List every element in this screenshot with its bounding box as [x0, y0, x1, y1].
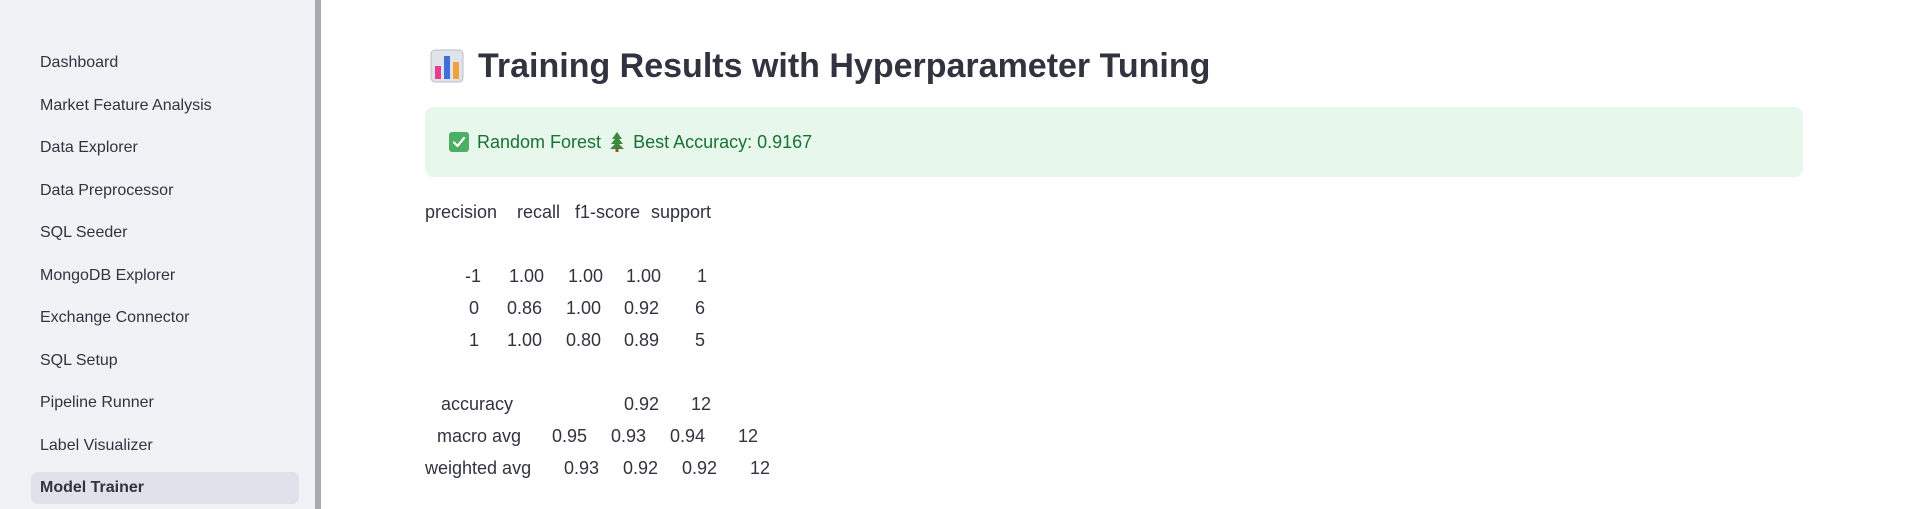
sidebar-item-dashboard[interactable]: Dashboard [31, 47, 299, 79]
row-recall: 1.00 [568, 266, 604, 286]
sidebar-item-label: Exchange Connector [40, 309, 190, 326]
weighted-avg-support: 12 [750, 458, 771, 478]
macro-avg-label: macro avg [437, 426, 522, 446]
row-precision: 1.00 [507, 330, 543, 350]
sidebar-item-market-feature-analysis[interactable]: Market Feature Analysis [31, 90, 299, 122]
row-f1: 0.89 [624, 330, 660, 350]
header-precision: precision [425, 202, 498, 222]
row-recall: 1.00 [566, 298, 602, 318]
row-recall: 0.80 [566, 330, 602, 350]
weighted-avg-recall: 0.92 [623, 458, 659, 478]
row-label: 1 [469, 330, 480, 350]
sidebar-item-data-preprocessor[interactable]: Data Preprocessor [31, 175, 299, 207]
macro-avg-precision: 0.95 [552, 426, 588, 446]
sidebar-item-sql-setup[interactable]: SQL Setup [31, 345, 299, 377]
sidebar-item-label: Dashboard [40, 54, 119, 71]
sidebar-item-mongodb-explorer[interactable]: MongoDB Explorer [31, 260, 299, 292]
row-label: 0 [469, 298, 480, 318]
sidebar-item-label: MongoDB Explorer [40, 266, 176, 284]
sidebar-nav: Dashboard Market Feature Analysis Data E… [31, 47, 299, 509]
row-f1: 0.92 [624, 298, 660, 318]
row-support: 6 [695, 298, 706, 318]
row-precision: 0.86 [507, 298, 543, 318]
row-support: 1 [697, 266, 708, 286]
row-label: -1 [465, 266, 482, 286]
app-window: Dashboard Market Feature Analysis Data E… [0, 0, 1919, 509]
classification-report: precision recall f1-score support -1 1.0… [425, 0, 825, 509]
sidebar: Dashboard Market Feature Analysis Data E… [0, 0, 315, 509]
sidebar-item-label: Model Trainer [40, 479, 145, 496]
accuracy-value: 0.92 [624, 394, 660, 414]
sidebar-item-label: Pipeline Runner [40, 394, 154, 411]
weighted-avg-label: weighted avg [425, 458, 532, 478]
weighted-avg-f1: 0.92 [682, 458, 718, 478]
row-support: 5 [695, 330, 706, 350]
header-support: support [651, 202, 712, 222]
sidebar-item-label: Market Feature Analysis [40, 96, 212, 114]
sidebar-item-model-trainer[interactable]: Model Trainer [31, 472, 299, 504]
sidebar-item-data-explorer[interactable]: Data Explorer [31, 132, 299, 164]
sidebar-item-sql-seeder[interactable]: SQL Seeder [31, 217, 299, 249]
macro-avg-f1: 0.94 [670, 426, 706, 446]
sidebar-item-label: Data Explorer [40, 139, 138, 156]
header-recall: recall [517, 202, 561, 222]
row-f1: 1.00 [626, 266, 662, 286]
header-f1-score: f1-score [575, 202, 641, 222]
sidebar-item-label: SQL Seeder [40, 224, 128, 241]
sidebar-item-pipeline-runner[interactable]: Pipeline Runner [31, 387, 299, 419]
sidebar-item-label: Data Preprocessor [40, 181, 174, 199]
accuracy-label: accuracy [441, 394, 514, 414]
sidebar-item-label-visualizer[interactable]: Label Visualizer [31, 430, 299, 462]
sidebar-item-label: Label Visualizer [40, 436, 153, 454]
row-precision: 1.00 [509, 266, 545, 286]
macro-avg-recall: 0.93 [611, 426, 647, 446]
sidebar-item-exchange-connector[interactable]: Exchange Connector [31, 302, 299, 334]
macro-avg-support: 12 [738, 426, 759, 446]
weighted-avg-precision: 0.93 [564, 458, 600, 478]
main-content: Training Results with Hyperparameter Tun… [321, 0, 1919, 509]
sidebar-item-label: SQL Setup [40, 351, 118, 369]
accuracy-support: 12 [691, 394, 712, 414]
